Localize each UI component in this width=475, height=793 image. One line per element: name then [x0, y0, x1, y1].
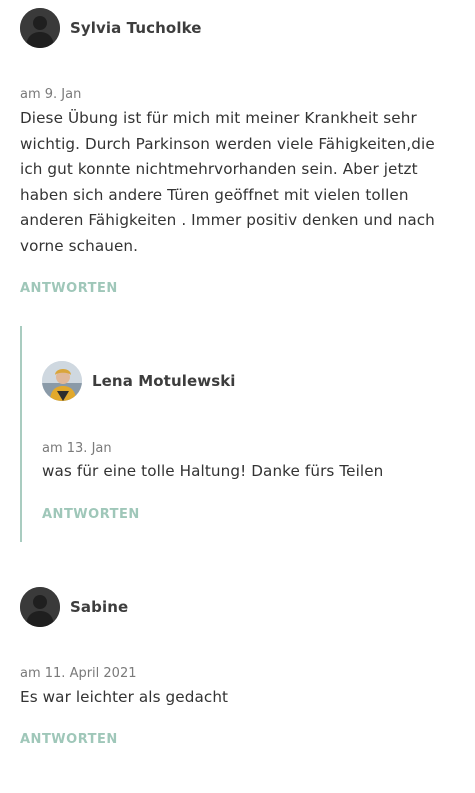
comment-text: Diese Übung ist für mich mit meiner Kran…	[20, 106, 470, 260]
reply-thread: Lena Motulewski am 13. Jan was für eine …	[20, 326, 462, 542]
comment-author-row: Sabine	[20, 587, 475, 627]
comment-text-line: Diese Übung ist für mich mit meiner Kran…	[20, 109, 417, 127]
comment-sylvia: Sylvia Tucholke am 9. Jan Diese Übung is…	[0, 8, 475, 296]
author-name: Lena Motulewski	[92, 372, 236, 390]
user-photo-avatar	[42, 361, 82, 401]
comment-text-line: wichtig. Durch Parkinson werden viele Fä…	[20, 134, 435, 153]
comment-text-line: anderen Fähigkeiten . Immer positiv denk…	[20, 211, 435, 230]
comment-text-line: vorne schauen.	[20, 236, 139, 255]
comment-text-line: haben sich andere Türen geöffnet mit vie…	[20, 185, 409, 204]
comment-text: Es war leichter als gedacht	[20, 688, 229, 706]
comment-sabine: Sabine am 11. April 2021 Es war leichter…	[0, 587, 475, 747]
reply-button[interactable]: ANTWORTEN	[42, 507, 140, 522]
comment-text-line: ich gut konnte nichtmehrvorhanden sein. …	[20, 160, 418, 179]
default-avatar-icon	[20, 8, 60, 48]
comment-text: was für eine tolle Haltung! Danke fürs T…	[42, 462, 384, 480]
comment-date: am 13. Jan	[42, 441, 112, 456]
comment-author-row: Sylvia Tucholke	[20, 8, 475, 48]
author-name: Sylvia Tucholke	[70, 19, 202, 37]
comment-date: am 11. April 2021	[20, 666, 137, 681]
comment-author-row: Lena Motulewski	[42, 361, 236, 401]
comment-date: am 9. Jan	[20, 87, 82, 102]
author-name: Sabine	[70, 598, 129, 616]
default-avatar-icon	[20, 587, 60, 627]
reply-button[interactable]: ANTWORTEN	[20, 281, 118, 296]
reply-button[interactable]: ANTWORTEN	[20, 732, 118, 747]
